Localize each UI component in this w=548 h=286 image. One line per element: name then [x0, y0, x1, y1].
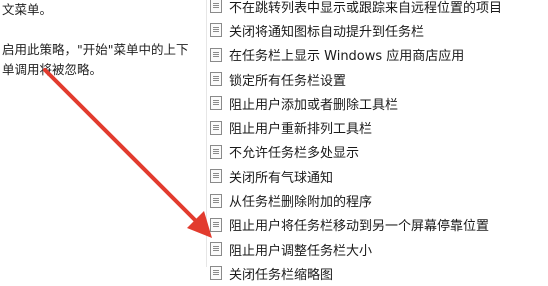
policy-setting-icon: [210, 120, 222, 135]
policy-item[interactable]: 在任务栏上显示 Windows 应用商店应用: [205, 43, 548, 67]
policy-setting-icon: [210, 23, 222, 38]
policy-setting-icon: [210, 266, 222, 281]
policy-item-label: 阻止用户重新排列工具栏: [229, 122, 373, 138]
policy-item-label: 关闭将通知图标自动提升到任务栏: [229, 24, 425, 40]
policy-item-label: 在任务栏上显示 Windows 应用商店应用: [229, 49, 465, 65]
policy-description-pane: 文菜单。 启用此策略，"开始"菜单中的上下 单调用将被忽略。: [0, 0, 205, 267]
policy-item[interactable]: 阻止用户添加或者删除工具栏: [205, 91, 548, 115]
policy-setting-icon: [210, 47, 222, 62]
policy-item-label: 阻止用户调整任务栏大小: [229, 243, 373, 259]
policy-item[interactable]: 阻止用户重新排列工具栏: [205, 115, 548, 139]
policy-item[interactable]: 阻止用户将任务栏移动到另一个屏幕停靠位置: [205, 213, 548, 237]
description-line-3: 单调用将被忽略。: [2, 62, 103, 77]
description-line-1: 文菜单。: [2, 2, 53, 17]
policy-list: 不在跳转列表中显示或跟踪来自远程位置的项目 关闭将通知图标自动提升到任务栏 在任…: [205, 0, 548, 286]
description-line-2: 启用此策略，"开始"菜单中的上下: [2, 42, 189, 57]
policy-item[interactable]: 关闭任务栏缩略图: [205, 261, 548, 285]
policy-setting-icon: [210, 0, 222, 14]
policy-item[interactable]: 从任务栏删除附加的程序: [205, 188, 548, 212]
policy-item-label: 不在跳转列表中显示或跟踪来自远程位置的项目: [229, 0, 503, 16]
policy-setting-icon: [210, 217, 222, 232]
policy-item-label: 锁定所有任务栏设置: [229, 73, 347, 89]
policy-item[interactable]: 不在跳转列表中显示或跟踪来自远程位置的项目: [205, 0, 548, 18]
policy-setting-icon: [210, 169, 222, 184]
policy-item[interactable]: 关闭所有气球通知: [205, 164, 548, 188]
policy-setting-icon: [210, 72, 222, 87]
policy-setting-icon: [210, 242, 222, 257]
policy-item-label: 从任务栏删除附加的程序: [229, 195, 373, 211]
policy-item[interactable]: 锁定所有任务栏设置: [205, 67, 548, 91]
policy-item-label: 关闭所有气球通知: [229, 170, 334, 186]
policy-item-label: 阻止用户添加或者删除工具栏: [229, 97, 399, 113]
policy-item[interactable]: 阻止用户调整任务栏大小: [205, 237, 548, 261]
policy-item-label: 不允许任务栏多处显示: [229, 146, 360, 162]
policy-setting-icon: [210, 193, 222, 208]
policy-setting-icon: [210, 144, 222, 159]
policy-item[interactable]: 关闭将通知图标自动提升到任务栏: [205, 18, 548, 42]
policy-item[interactable]: 不允许任务栏多处显示: [205, 140, 548, 164]
policy-item-label: 阻止用户将任务栏移动到另一个屏幕停靠位置: [229, 219, 490, 235]
policy-setting-icon: [210, 96, 222, 111]
